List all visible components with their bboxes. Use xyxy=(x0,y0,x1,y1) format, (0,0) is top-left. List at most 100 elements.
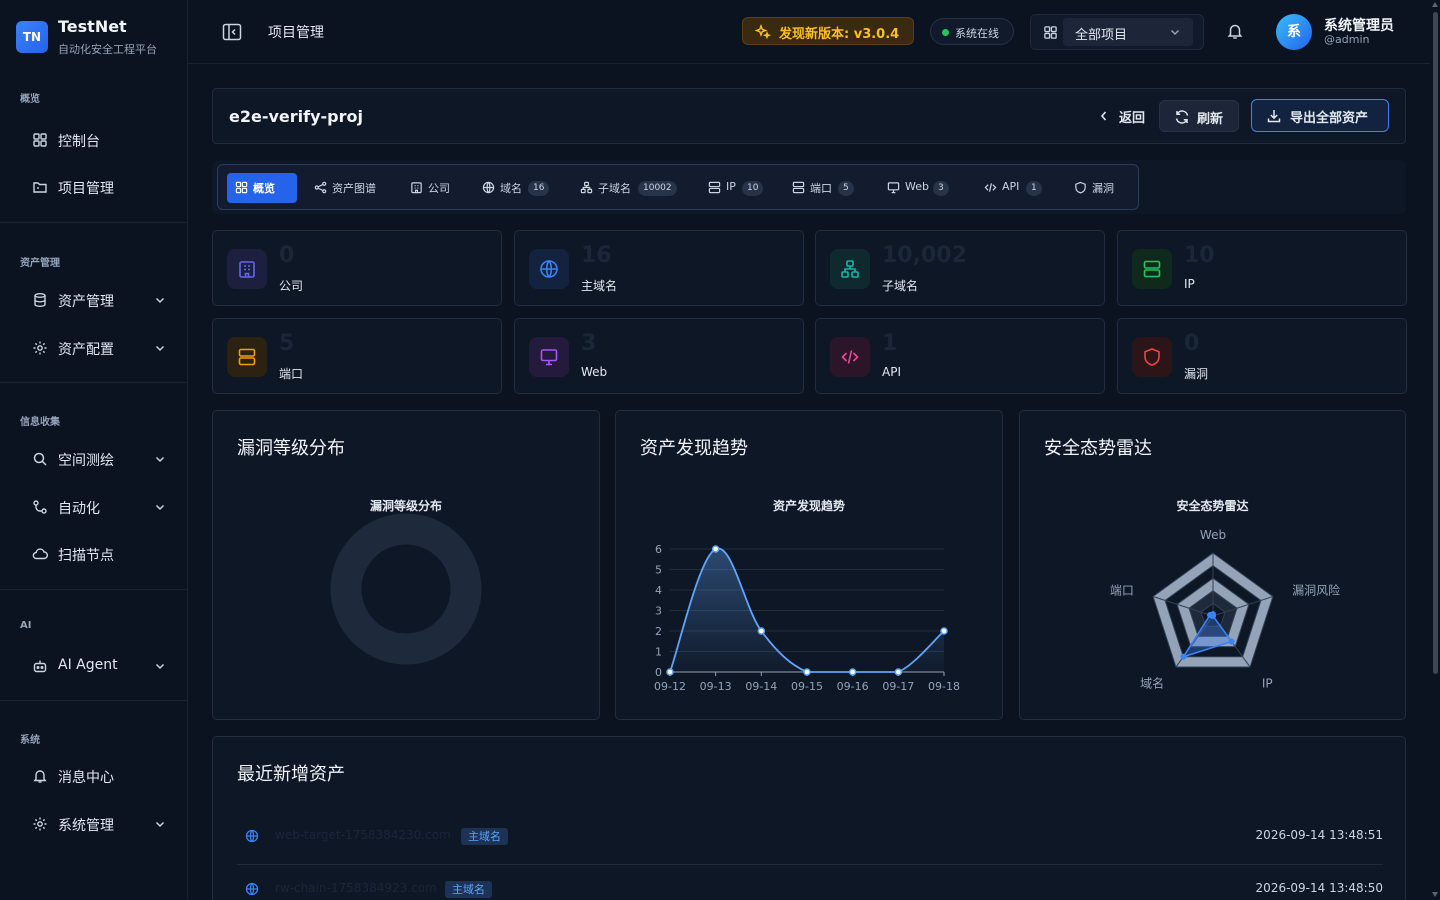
tab-domain[interactable]: 域名 16 xyxy=(474,173,560,203)
stat-card-ip[interactable]: 10 IP xyxy=(1117,230,1407,306)
sidebar-item-label: AI Agent xyxy=(58,657,118,673)
y-tick-label: 1 xyxy=(655,646,662,659)
chevron-down-icon xyxy=(155,504,165,511)
app-subtitle: 自动化安全工程平台 xyxy=(58,43,157,56)
refresh-button[interactable]: 刷新 xyxy=(1159,100,1239,132)
stat-label: 公司 xyxy=(279,279,304,293)
tab-api[interactable]: API 1 xyxy=(976,173,1048,203)
stat-value: 10,002 xyxy=(882,243,967,268)
project-select[interactable]: 全部项目 xyxy=(1030,14,1204,50)
tab-label: 漏洞 xyxy=(1092,182,1114,195)
scroll-down-arrow[interactable] xyxy=(1432,892,1438,897)
sidebar-item-asset-management[interactable]: 资产管理 xyxy=(0,282,188,318)
trend-point[interactable] xyxy=(940,627,948,635)
sidebar-item-system-admin[interactable]: 系统管理 xyxy=(0,806,188,842)
tab-subdomain[interactable]: 子域名 10002 xyxy=(572,173,684,203)
radar-point[interactable] xyxy=(1228,638,1235,645)
y-tick-label: 0 xyxy=(655,666,662,679)
section-title: 信息收集 xyxy=(20,417,60,428)
tab-web[interactable]: Web 3 xyxy=(879,173,957,203)
project-select-value[interactable]: 全部项目 xyxy=(1063,18,1193,46)
tab-vulnerabilities[interactable]: 漏洞 xyxy=(1066,173,1126,203)
stat-card-web[interactable]: 3 Web xyxy=(514,318,804,394)
stat-label: 子域名 xyxy=(882,279,919,293)
asset-time: 2026-09-14 13:48:51 xyxy=(1255,828,1383,842)
sidebar-item-space-mapping[interactable]: 空间测绘 xyxy=(0,441,188,477)
update-badge[interactable]: 发现新版本: v3.0.4 xyxy=(742,17,914,45)
code-icon xyxy=(984,183,997,192)
tab-label: 域名 xyxy=(500,182,522,195)
scroll-thumb[interactable] xyxy=(1433,12,1438,674)
nav-section-overview: 概览 控制台 项目管理 xyxy=(0,75,188,222)
brand[interactable]: TN TestNet 自动化安全工程平台 xyxy=(16,17,186,57)
stat-card-root-domain[interactable]: 16 主域名 xyxy=(514,230,804,306)
tab-count-badge: 10 xyxy=(742,181,764,196)
chevron-down-icon xyxy=(1170,29,1180,36)
trend-point[interactable] xyxy=(848,668,857,676)
sidebar-item-messages[interactable]: 消息中心 xyxy=(0,758,188,794)
tab-port[interactable]: 端口 5 xyxy=(784,173,862,203)
gear-icon xyxy=(33,817,47,831)
server-icon xyxy=(238,348,256,366)
tab-label: 公司 xyxy=(428,182,450,195)
chevron-down-icon xyxy=(155,345,165,352)
radar-point[interactable] xyxy=(1180,653,1187,660)
tab-bar: 概览 资产图谱 公司 域名 16 子域名 10002 IP 10 端口 5 We… xyxy=(217,164,1139,210)
x-tick-label: 09-12 xyxy=(654,680,686,693)
stat-label: API xyxy=(882,365,901,379)
trend-point[interactable] xyxy=(757,627,766,635)
export-all-button[interactable]: 导出全部资产 xyxy=(1251,99,1389,132)
database-icon xyxy=(34,293,46,308)
stat-card-api[interactable]: 1 API xyxy=(815,318,1105,394)
sidebar-item-dashboard[interactable]: 控制台 xyxy=(0,122,188,158)
monitor-icon xyxy=(540,349,558,366)
tab-overview[interactable]: 概览 xyxy=(227,173,297,203)
y-tick-label: 3 xyxy=(655,605,662,618)
dashboard-icon xyxy=(33,133,47,147)
sidebar-item-ai-agent[interactable]: AI Agent xyxy=(0,648,188,684)
stat-icon-box xyxy=(1132,249,1172,289)
sidebar-collapse-icon[interactable] xyxy=(222,23,242,41)
tab-asset-graph[interactable]: 资产图谱 xyxy=(306,173,392,203)
sidebar-item-asset-config[interactable]: 资产配置 xyxy=(0,330,188,366)
trend-point[interactable] xyxy=(711,545,720,553)
shield-icon xyxy=(1075,181,1086,194)
tab-label: 概览 xyxy=(253,182,275,195)
tab-company[interactable]: 公司 xyxy=(402,173,462,203)
user-name[interactable]: 系统管理员 xyxy=(1324,15,1394,35)
asset-host[interactable]: web-target-1758384230.com xyxy=(275,828,451,842)
stat-card-subdomain[interactable]: 10,002 子域名 xyxy=(815,230,1105,306)
x-tick-label: 09-17 xyxy=(882,680,914,693)
scroll-up-arrow[interactable] xyxy=(1432,2,1438,7)
section-title: 资产管理 xyxy=(20,258,60,269)
tab-ip[interactable]: IP 10 xyxy=(700,173,768,203)
radar-point[interactable] xyxy=(1207,612,1214,619)
asset-host[interactable]: rw-chain-1758384923.com xyxy=(275,881,437,895)
x-tick-label: 09-13 xyxy=(700,680,732,693)
donut-empty-ring xyxy=(330,513,482,665)
x-tick-label: 09-15 xyxy=(791,680,823,693)
network-icon xyxy=(841,260,859,278)
trend-point[interactable] xyxy=(894,668,903,676)
stat-card-vulnerability[interactable]: 0 漏洞 xyxy=(1117,318,1407,394)
sidebar-item-projects[interactable]: 项目管理 xyxy=(0,169,188,205)
tab-count-badge: 5 xyxy=(838,181,854,196)
page-title: e2e-verify-proj xyxy=(229,107,363,126)
page-scrollbar[interactable] xyxy=(1430,0,1440,900)
stat-card-port[interactable]: 5 端口 xyxy=(212,318,502,394)
stat-card-company[interactable]: 0 公司 xyxy=(212,230,502,306)
list-item[interactable]: rw-chain-1758384923.com 主域名 2026-09-14 1… xyxy=(237,865,1383,900)
sidebar-item-automation[interactable]: 自动化 xyxy=(0,489,188,525)
donut-chart xyxy=(330,513,482,665)
trend-point[interactable] xyxy=(666,668,674,676)
avatar[interactable]: 系 xyxy=(1276,14,1312,50)
trend-point[interactable] xyxy=(803,668,811,676)
list-item[interactable]: web-target-1758384230.com 主域名 2026-09-14… xyxy=(237,812,1383,865)
bell-icon[interactable] xyxy=(1226,22,1244,40)
radar-indicator-label: 端口 xyxy=(1110,583,1134,597)
back-button[interactable]: 返回 xyxy=(1097,103,1153,129)
code-icon xyxy=(841,350,859,364)
grid-icon xyxy=(1044,26,1057,39)
asset-time: 2026-09-14 13:48:50 xyxy=(1255,881,1383,895)
sidebar-item-scan-nodes[interactable]: 扫描节点 xyxy=(0,536,188,572)
